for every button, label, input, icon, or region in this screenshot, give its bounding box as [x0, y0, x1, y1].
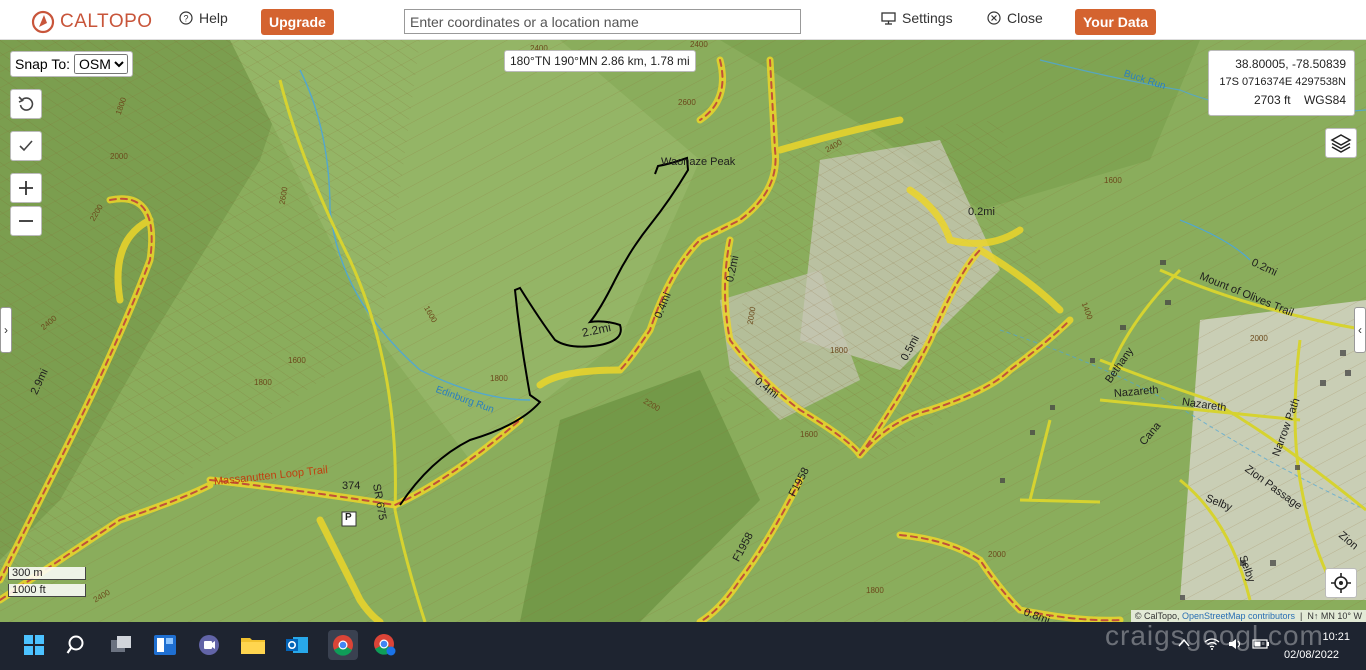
- snap-to-select[interactable]: OSM: [74, 54, 129, 74]
- close-button[interactable]: Close: [987, 10, 1043, 26]
- contour-label: 2600: [678, 98, 696, 107]
- coords-latlon: 38.80005, -78.50839: [1235, 57, 1346, 71]
- help-label: Help: [199, 10, 228, 26]
- undo-icon: [18, 96, 34, 111]
- contour-label: 1800: [254, 378, 272, 387]
- right-panel-toggle[interactable]: ‹: [1354, 307, 1366, 353]
- chevron-left-icon: ‹: [1358, 323, 1362, 337]
- close-label: Close: [1007, 10, 1043, 26]
- distance-label-02-b: 0.2mi: [968, 206, 995, 218]
- top-toolbar: CALTOPO ? Help Upgrade Settings Close Yo…: [0, 0, 1366, 40]
- settings-label: Settings: [902, 10, 953, 26]
- search-taskbar-button[interactable]: [64, 632, 90, 658]
- caltopo-logo[interactable]: CALTOPO: [30, 9, 153, 35]
- help-button[interactable]: ? Help: [179, 10, 228, 26]
- chrome-icon: [333, 635, 353, 656]
- snap-to-control: Snap To: OSM: [10, 51, 134, 77]
- start-button[interactable]: [21, 632, 47, 658]
- widgets-button[interactable]: [152, 632, 178, 658]
- map-canvas[interactable]: Waonaze Peak 2.2mi Massanutten Loop Trai…: [0, 40, 1366, 622]
- layers-icon: [1330, 134, 1352, 153]
- zoom-in-button[interactable]: [10, 173, 42, 203]
- checkmark-icon: [19, 140, 33, 152]
- outlook-button[interactable]: [284, 632, 310, 658]
- help-icon: ?: [179, 11, 193, 25]
- contour-label: 1800: [866, 586, 884, 595]
- measurement-readout: 180°TN 190°MN 2.86 km, 1.78 mi: [504, 50, 696, 72]
- task-view-icon: [111, 636, 131, 652]
- scale-bar-imperial: 1000 ft: [8, 584, 86, 597]
- scale-bar-metric: 300 m: [8, 567, 86, 580]
- file-explorer-button[interactable]: [240, 632, 266, 658]
- contour-label: 1800: [490, 374, 508, 383]
- chrome-button-active[interactable]: [328, 630, 358, 660]
- parking-icon: P: [345, 512, 352, 523]
- upgrade-button[interactable]: Upgrade: [261, 9, 334, 35]
- chevron-right-icon: ›: [4, 323, 8, 337]
- coordinates-panel: 38.80005, -78.50839 17S 0716374E 4297538…: [1208, 50, 1355, 116]
- your-data-button[interactable]: Your Data: [1075, 9, 1157, 35]
- contour-label: 1800: [830, 346, 848, 355]
- contour-label: 1600: [288, 356, 306, 365]
- close-circle-icon: [987, 11, 1001, 25]
- contour-label: 1600: [800, 430, 818, 439]
- chrome-icon: [374, 634, 396, 656]
- task-view-button[interactable]: [108, 632, 134, 658]
- contour-label: 1600: [1104, 176, 1122, 185]
- route-374-label: 374: [342, 480, 361, 492]
- windows-start-icon: [24, 635, 44, 655]
- logo-text: CALTOPO: [60, 11, 153, 32]
- crosshair-icon: [1331, 573, 1351, 593]
- settings-button[interactable]: Settings: [881, 10, 953, 26]
- layers-button[interactable]: [1325, 128, 1357, 158]
- contour-label: 2400: [690, 40, 708, 49]
- widgets-icon: [154, 635, 176, 655]
- contour-label: 2000: [988, 550, 1006, 559]
- minus-icon: [19, 220, 33, 222]
- coords-utm: 17S 0716374E 4297538N: [1219, 76, 1346, 88]
- locate-button[interactable]: [1325, 568, 1357, 598]
- search-icon: [66, 635, 84, 654]
- outlook-icon: [286, 637, 308, 653]
- left-panel-toggle[interactable]: ›: [0, 307, 12, 353]
- snap-to-label: Snap To:: [15, 56, 71, 72]
- teams-chat-icon: [199, 635, 219, 655]
- chrome-profile-button[interactable]: [372, 632, 398, 658]
- teams-chat-button[interactable]: [196, 632, 222, 658]
- coords-elevation: 2703 ft: [1253, 93, 1291, 107]
- coords-elevation-row: 2703 ft WGS84: [1217, 91, 1346, 109]
- peak-label: Waonaze Peak: [661, 156, 736, 168]
- zoom-out-button[interactable]: [10, 206, 42, 236]
- coords-datum: WGS84: [1303, 93, 1346, 107]
- finish-button[interactable]: [10, 131, 42, 161]
- plus-icon: [19, 181, 33, 195]
- caltopo-logo-icon: [31, 10, 55, 34]
- folder-icon: [241, 638, 265, 654]
- svg-text:?: ?: [183, 14, 188, 24]
- watermark-text: craigsgoogl.com: [1105, 620, 1324, 651]
- contour-label: 2000: [1250, 334, 1268, 343]
- topo-map-basemap: [0, 40, 1366, 622]
- contour-label: 2000: [110, 152, 128, 161]
- search-input[interactable]: [404, 9, 801, 34]
- undo-button[interactable]: [10, 89, 42, 119]
- monitor-icon: [881, 11, 896, 25]
